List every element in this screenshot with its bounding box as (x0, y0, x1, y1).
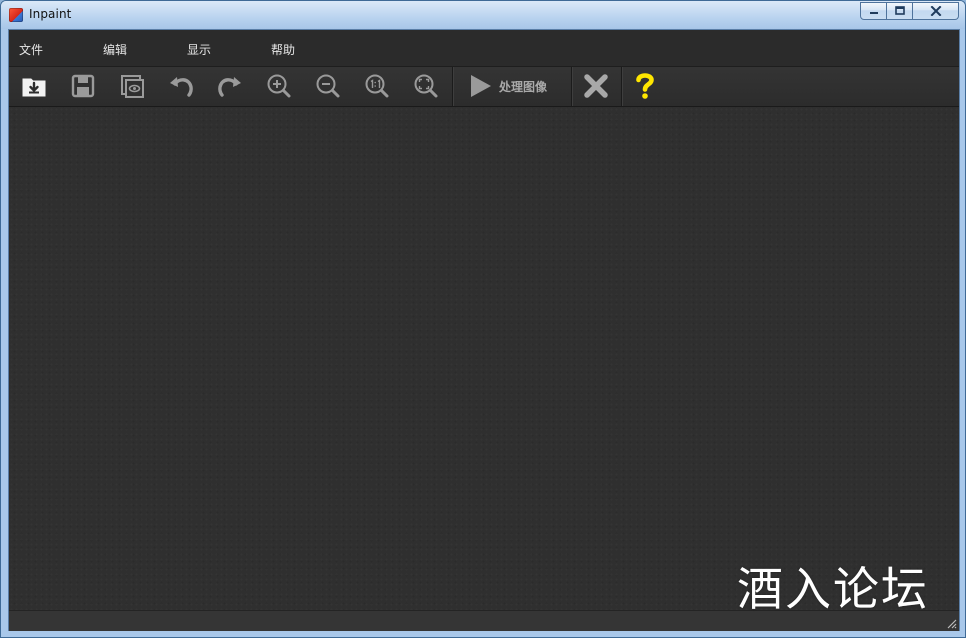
save-button[interactable] (65, 69, 101, 103)
window-title: Inpaint (29, 7, 72, 21)
clear-button[interactable] (578, 69, 614, 103)
process-image-label: 处理图像 (499, 79, 548, 94)
preview-button[interactable] (114, 69, 150, 103)
help-button[interactable] (627, 69, 663, 103)
resize-grip-icon[interactable] (945, 617, 957, 629)
minimize-button[interactable] (860, 2, 887, 20)
redo-button[interactable] (212, 69, 248, 103)
close-icon (930, 6, 941, 16)
open-folder-icon (22, 78, 46, 97)
close-button[interactable] (913, 2, 959, 20)
undo-button[interactable] (163, 69, 199, 103)
play-icon (471, 75, 491, 97)
maximize-icon (894, 6, 905, 15)
redo-icon (218, 77, 241, 97)
toolbar: 处理图像 (9, 67, 959, 107)
menu-view[interactable]: 显示 (187, 41, 211, 58)
toolbar-separator (571, 67, 572, 106)
zoom-actual-size-button[interactable] (359, 69, 395, 103)
open-button[interactable] (16, 69, 52, 103)
maximize-button[interactable] (887, 2, 913, 20)
menu-bar: 文件 编辑 显示 帮助 (9, 30, 959, 67)
zoom-actual-size-icon (365, 74, 389, 98)
toolbar-separator (621, 67, 622, 106)
zoom-fit-icon (414, 74, 438, 98)
save-icon (71, 74, 95, 98)
image-canvas[interactable] (9, 107, 959, 610)
process-image-button[interactable]: 处理图像 (461, 69, 553, 103)
zoom-in-icon (267, 74, 291, 98)
menu-edit[interactable]: 编辑 (103, 41, 127, 58)
caption-buttons (860, 2, 959, 20)
watermark-text: 酒入论坛 (737, 562, 929, 616)
close-x-icon (584, 74, 608, 98)
preview-icon (121, 75, 144, 98)
minimize-icon (869, 12, 878, 14)
zoom-out-icon (316, 74, 340, 98)
menu-help[interactable]: 帮助 (271, 41, 295, 58)
client-area: 文件 编辑 显示 帮助 处理图像 (8, 29, 960, 631)
undo-icon (170, 77, 193, 97)
zoom-out-button[interactable] (310, 69, 346, 103)
zoom-fit-button[interactable] (408, 69, 444, 103)
toolbar-separator (452, 67, 453, 106)
app-window: Inpaint 文件 编辑 显示 帮助 处理图像 酒入论坛 (0, 0, 966, 638)
app-icon (9, 8, 23, 22)
zoom-in-button[interactable] (261, 69, 297, 103)
title-bar[interactable]: Inpaint (1, 1, 965, 29)
menu-file[interactable]: 文件 (19, 41, 43, 58)
question-mark-icon (636, 73, 654, 99)
